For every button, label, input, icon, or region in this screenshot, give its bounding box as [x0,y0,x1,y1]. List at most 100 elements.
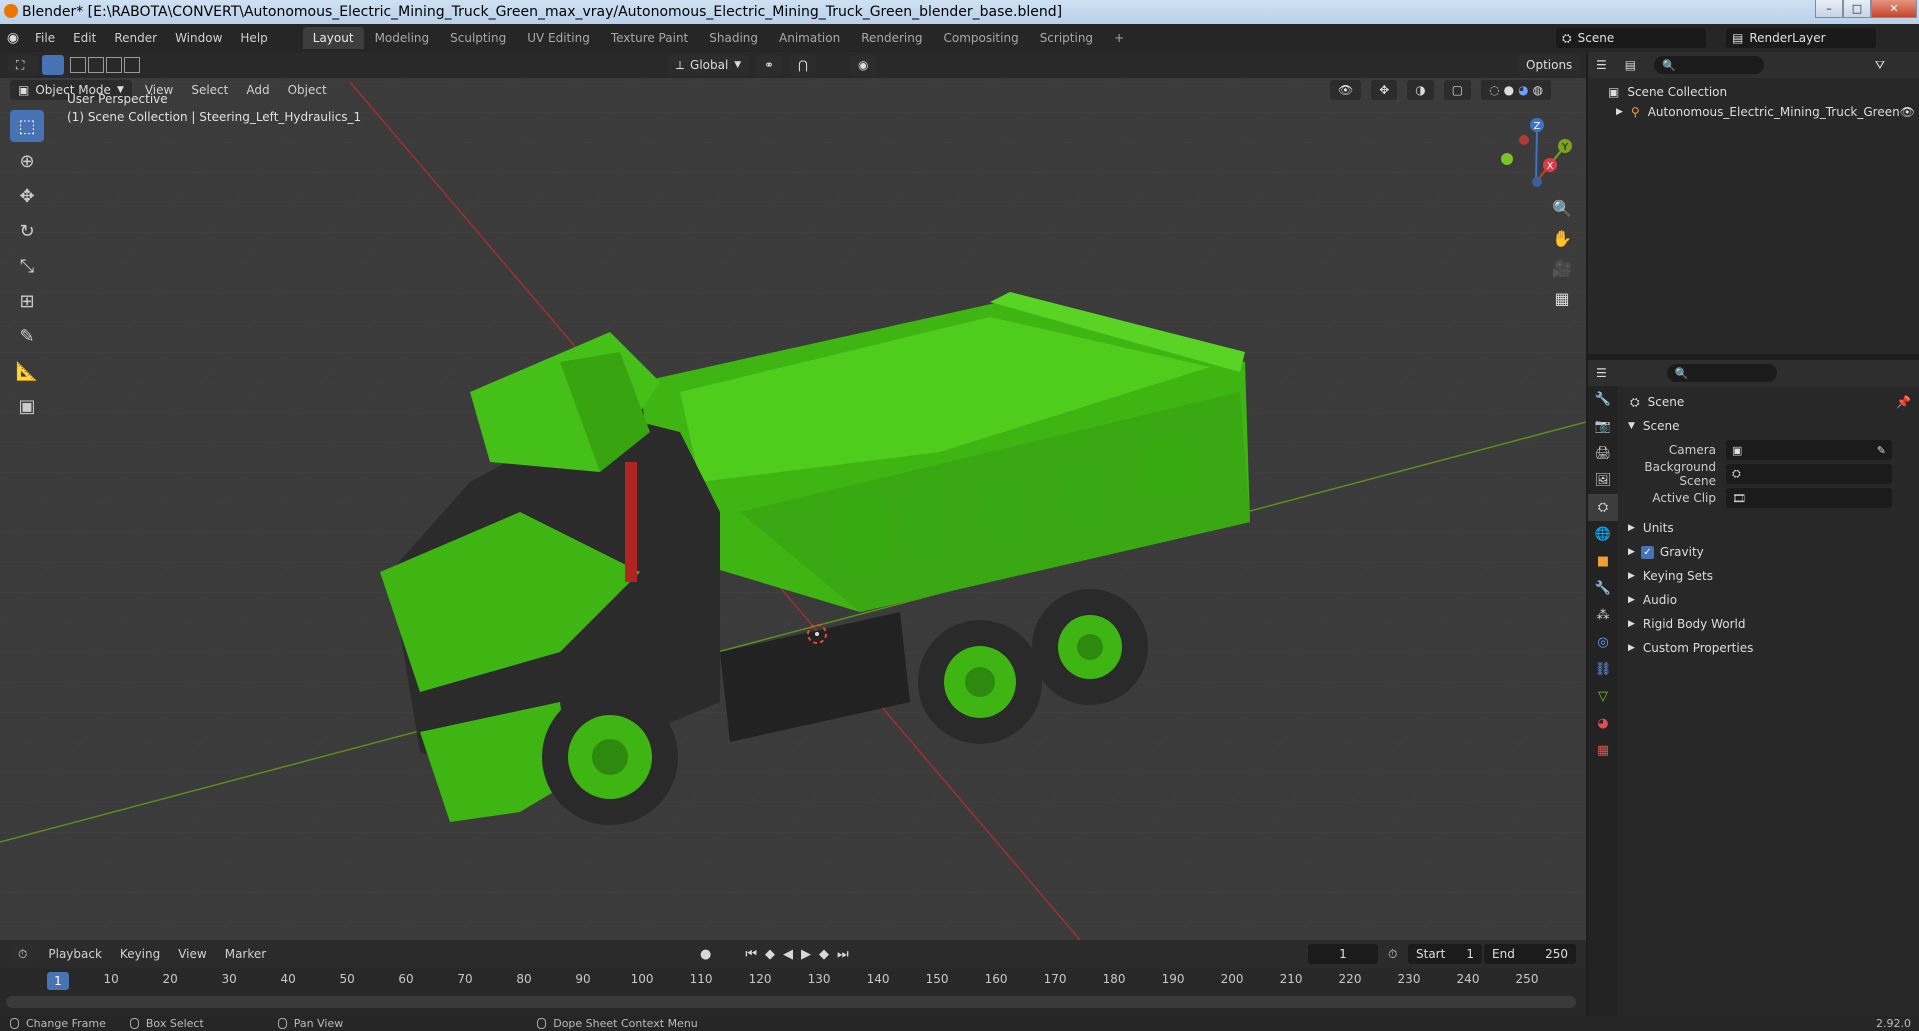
blender-logo-icon[interactable]: ◉ [0,24,26,52]
output-tab-icon[interactable]: 🖨 [1588,440,1618,467]
gizmo-toggle[interactable]: ✥ [1371,80,1398,100]
shading-modes[interactable]: ◌ ● ◕ ◍ [1481,80,1552,100]
tab-compositing[interactable]: Compositing [933,27,1028,49]
tab-sculpting[interactable]: Sculpting [440,27,516,49]
timeline-scrollbar[interactable] [6,996,1576,1008]
tab-shading[interactable]: Shading [699,27,768,49]
camera-view-icon[interactable]: 🎥 [1548,254,1576,282]
particles-tab-icon[interactable]: ⁂ [1588,602,1618,629]
snap-toggle[interactable]: ⋂ [790,55,816,75]
menu-help[interactable]: Help [231,24,276,52]
gravity-checkbox[interactable]: ✓ [1640,545,1654,559]
view-layer-tab-icon[interactable]: 🖼 [1588,467,1618,494]
tab-texture-paint[interactable]: Texture Paint [601,27,698,49]
stopwatch-icon[interactable]: ⏱ [1388,947,1397,962]
jump-start-icon[interactable]: ⏮ [745,947,757,962]
play-reverse-icon[interactable]: ◀ [783,947,793,962]
units-panel-header[interactable]: ▶ Units [1620,516,1919,540]
mode-new-icon[interactable] [70,57,86,73]
pivot-point-dropdown[interactable]: ⚭ [756,55,783,75]
outliner-search-input[interactable]: 🔍 [1654,56,1765,74]
overlay-toggle[interactable]: ◑ [1407,80,1434,100]
modifier-tab-icon[interactable]: 🔧 [1588,575,1618,602]
eyedropper-icon[interactable]: ✎ [1877,444,1886,457]
viewport-canvas[interactable]: Z Y X [0,52,1586,940]
object-tab-icon[interactable]: ■ [1588,548,1618,575]
gravity-panel-header[interactable]: ▶ ✓ Gravity [1620,540,1919,564]
tab-animation[interactable]: Animation [769,27,850,49]
tab-layout[interactable]: Layout [302,27,364,49]
scene-tab-icon[interactable]: ⛭ [1588,494,1618,521]
visibility-dropdown[interactable]: 👁 [1330,80,1362,100]
play-icon[interactable]: ▶ [801,947,811,962]
viewport-menu-add[interactable]: Add [237,76,278,104]
perspective-toggle-icon[interactable]: ▦ [1548,284,1576,312]
add-cube-tool-icon[interactable]: ▣ [10,390,44,422]
solid-shading-icon[interactable]: ● [1504,83,1514,97]
rendered-shading-icon[interactable]: ◍ [1533,83,1543,97]
current-frame-field[interactable]: 1 [1308,944,1378,964]
data-tab-icon[interactable]: ▽ [1588,683,1618,710]
timeline-menu-keying[interactable]: Keying [111,940,169,968]
background-scene-field[interactable]: ⛭ [1726,464,1892,484]
display-mode-icon[interactable]: ▤ [1625,58,1636,72]
zoom-icon[interactable]: 🔍 [1548,194,1576,222]
scale-tool-icon[interactable]: ⤡ [10,250,44,282]
menu-render[interactable]: Render [105,24,166,52]
3d-viewport[interactable]: Z Y X ⛶ ⟂ Global ▼ ⚭ ⋂ ◉ Options ▣ Objec… [0,52,1586,940]
tool-tab-icon[interactable]: 🔧 [1588,386,1618,413]
select-box-tool-icon[interactable]: ⬚ [10,110,44,142]
camera-field[interactable]: ▣ ✎ [1726,440,1892,460]
scene-selector[interactable]: ⛭ Scene [1556,28,1706,48]
jump-end-icon[interactable]: ⏭ [837,947,849,962]
editor-type-button[interactable]: ⛶ [8,55,38,75]
wireframe-shading-icon[interactable]: ◌ [1489,83,1499,97]
world-tab-icon[interactable]: 🌐 [1588,521,1618,548]
timeline-editor-type-button[interactable]: ⏱ [10,944,36,964]
tab-rendering[interactable]: Rendering [851,27,932,49]
options-dropdown[interactable]: Options [1518,55,1581,75]
tab-uv-editing[interactable]: UV Editing [517,27,600,49]
texture-tab-icon[interactable]: ▦ [1588,737,1618,764]
material-tab-icon[interactable]: ◕ [1588,710,1618,737]
current-frame-indicator[interactable]: 1 [47,972,69,990]
rotate-tool-icon[interactable]: ↻ [10,215,44,247]
properties-editor-icon[interactable]: ☰ [1596,366,1607,380]
outliner-item[interactable]: ▶ ⚲ Autonomous_Electric_Mining_Truck_Gre… [1588,102,1919,122]
annotate-tool-icon[interactable]: ✎ [10,320,44,352]
select-mode-icon[interactable] [42,55,64,75]
record-icon[interactable]: ● [700,947,711,962]
constraints-tab-icon[interactable]: ⛓ [1588,656,1618,683]
custom-properties-panel-header[interactable]: ▶ Custom Properties [1620,636,1919,660]
timeline-menu-marker[interactable]: Marker [216,940,275,968]
mode-extend-icon[interactable] [88,57,104,73]
mode-intersect-icon[interactable] [124,57,140,73]
prev-keyframe-icon[interactable]: ◆ [765,947,775,962]
xray-toggle[interactable]: ▢ [1443,80,1472,100]
menu-edit[interactable]: Edit [64,24,105,52]
end-frame-field[interactable]: End 250 [1484,944,1576,964]
orientation-dropdown[interactable]: ⟂ Global ▼ [668,55,750,75]
next-keyframe-icon[interactable]: ◆ [819,947,829,962]
tab-modeling[interactable]: Modeling [365,27,440,49]
properties-search-input[interactable]: 🔍 [1666,364,1777,382]
select-box-modes[interactable] [70,57,140,73]
minimize-button[interactable]: – [1815,0,1843,18]
audio-panel-header[interactable]: ▶ Audio [1620,588,1919,612]
physics-tab-icon[interactable]: ◎ [1588,629,1618,656]
timeline-menu-view[interactable]: View [169,940,215,968]
cursor-tool-icon[interactable]: ⊕ [10,145,44,177]
transform-tool-icon[interactable]: ⊞ [10,285,44,317]
active-clip-field[interactable]: 🎞 [1726,488,1892,508]
measure-tool-icon[interactable]: 📐 [10,355,44,387]
tab-scripting[interactable]: Scripting [1030,27,1103,49]
frame-ruler[interactable]: 1 10 20 30 40 50 60 70 80 90 100 110 120 130 140 150 160… [0,972,1586,990]
material-shading-icon[interactable]: ◕ [1518,83,1528,97]
menu-window[interactable]: Window [166,24,231,52]
close-button[interactable]: ✕ [1871,0,1917,18]
start-frame-field[interactable]: Start 1 [1408,944,1482,964]
viewport-menu-select[interactable]: Select [182,76,237,104]
rigid-body-world-panel-header[interactable]: ▶ Rigid Body World [1620,612,1919,636]
proportional-editing-toggle[interactable]: ◉ [850,55,877,75]
keying-sets-panel-header[interactable]: ▶ Keying Sets [1620,564,1919,588]
